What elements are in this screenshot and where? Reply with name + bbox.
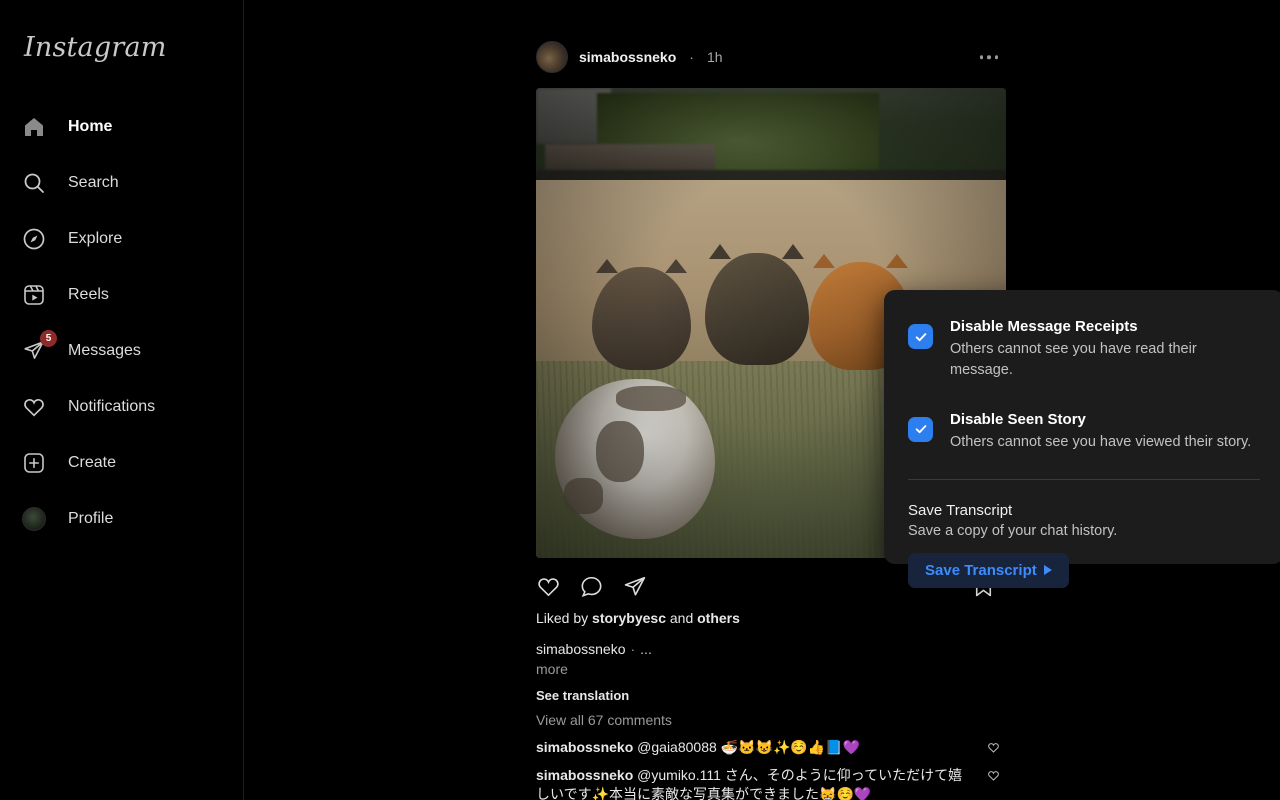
- messenger-icon: 5: [20, 330, 57, 365]
- option-disable-message-receipts: Disable Message Receipts Others cannot s…: [908, 316, 1260, 381]
- avatar-icon: [20, 505, 48, 533]
- sidebar-item-label: Profile: [68, 510, 114, 527]
- see-translation-link[interactable]: See translation: [536, 688, 1006, 703]
- comment-like-icon[interactable]: [987, 741, 1000, 759]
- option-subtitle: Others cannot see you have viewed their …: [950, 433, 1252, 450]
- sidebar-item-label: Explore: [68, 230, 123, 247]
- instagram-app: Instagram Home Search Explore Reels 5 Me…: [0, 0, 1280, 800]
- sidebar-item-label: Home: [68, 118, 113, 135]
- comment-row: simabossneko @yumiko.111 さん、そのように仰っていただけ…: [536, 766, 1006, 800]
- likes-summary: Liked by storybyesc and others: [536, 610, 1006, 626]
- save-transcript-button[interactable]: Save Transcript: [908, 552, 1069, 588]
- sidebar-item-label: Messages: [68, 342, 141, 359]
- sidebar-item-create[interactable]: Create: [0, 435, 243, 491]
- reels-icon: [20, 281, 48, 309]
- option-title: Disable Seen Story: [950, 410, 1086, 428]
- likes-middle: and: [665, 610, 698, 626]
- save-transcript-button-label: Save Transcript: [925, 561, 1037, 579]
- caption-username[interactable]: simabossneko: [536, 641, 626, 657]
- search-icon: [20, 169, 48, 197]
- save-transcript-title: Save Transcript: [908, 501, 1013, 519]
- sidebar-item-explore[interactable]: Explore: [0, 211, 243, 267]
- option-text-group: Disable Message Receipts Others cannot s…: [950, 316, 1260, 381]
- compass-icon: [20, 225, 48, 253]
- checkbox-disable-message-receipts[interactable]: [908, 324, 933, 349]
- sidebar-item-label: Reels: [68, 286, 109, 303]
- sidebar-item-notifications[interactable]: Notifications: [0, 379, 243, 435]
- save-transcript-subtitle: Save a copy of your chat history.: [908, 522, 1118, 539]
- plus-square-icon: [20, 449, 48, 477]
- comment-username[interactable]: simabossneko: [536, 767, 633, 783]
- messages-badge: 5: [40, 330, 57, 347]
- heart-icon: [20, 393, 48, 421]
- caption-text: ...: [640, 641, 652, 657]
- sidebar-item-profile[interactable]: Profile: [0, 491, 243, 547]
- likes-prefix: Liked by: [536, 610, 593, 626]
- likes-others[interactable]: others: [697, 610, 740, 626]
- post-caption: simabossneko ·... more: [536, 640, 1006, 679]
- share-button[interactable]: [622, 574, 647, 599]
- option-disable-seen-story: Disable Seen Story Others cannot see you…: [908, 409, 1260, 453]
- play-triangle-icon: [1043, 565, 1052, 576]
- main-feed: simabossneko · 1h Liked by storybyesc an…: [244, 0, 1280, 800]
- privacy-settings-dialog: Disable Message Receipts Others cannot s…: [884, 290, 1280, 588]
- instagram-logo[interactable]: Instagram: [0, 18, 243, 63]
- comment-button[interactable]: [579, 574, 604, 599]
- comment-text: @gaia80088 🍜🐱😺✨☺️👍📘💜: [633, 738, 861, 755]
- sidebar-item-label: Search: [68, 174, 119, 191]
- home-icon: [20, 113, 48, 141]
- post-timestamp: 1h: [706, 49, 723, 65]
- view-all-comments-link[interactable]: View all 67 comments: [536, 712, 1006, 728]
- sidebar: Instagram Home Search Explore Reels 5 Me…: [0, 0, 244, 800]
- comment-body: simabossneko @gaia80088 🍜🐱😺✨☺️👍📘💜: [536, 738, 860, 756]
- like-button[interactable]: [536, 574, 561, 599]
- comment-like-icon[interactable]: [987, 769, 1000, 787]
- likes-username[interactable]: storybyesc: [592, 610, 666, 626]
- caption-separator: ·: [630, 641, 636, 657]
- post-author-username[interactable]: simabossneko: [579, 49, 676, 65]
- sidebar-item-messages[interactable]: 5 Messages: [0, 323, 243, 379]
- sidebar-item-label: Create: [68, 454, 117, 471]
- comment-body: simabossneko @yumiko.111 さん、そのように仰っていただけ…: [536, 766, 976, 800]
- sidebar-item-search[interactable]: Search: [0, 155, 243, 211]
- ellipsis-icon[interactable]: [972, 47, 1007, 67]
- comment-username[interactable]: simabossneko: [536, 739, 633, 755]
- sidebar-item-reels[interactable]: Reels: [0, 267, 243, 323]
- avatar: [22, 507, 46, 531]
- option-title: Disable Message Receipts: [950, 318, 1138, 335]
- post-author-avatar[interactable]: [536, 41, 568, 73]
- sidebar-item-label: Notifications: [68, 398, 156, 415]
- post-header: simabossneko · 1h: [536, 36, 1006, 78]
- sidebar-item-home[interactable]: Home: [0, 99, 243, 155]
- option-text-group: Disable Seen Story Others cannot see you…: [950, 409, 1251, 453]
- option-subtitle: Others cannot see you have read their me…: [950, 340, 1197, 378]
- checkbox-disable-seen-story[interactable]: [908, 416, 933, 442]
- save-transcript-section: Save Transcript Save a copy of your chat…: [908, 502, 1260, 588]
- post-separator: ·: [689, 49, 694, 65]
- modal-divider: [908, 478, 1260, 480]
- comment-row: simabossneko @gaia80088 🍜🐱😺✨☺️👍📘💜: [536, 738, 1006, 756]
- sidebar-nav: Home Search Explore Reels 5 Messages Not…: [0, 99, 243, 547]
- caption-more-link[interactable]: more: [536, 660, 1006, 679]
